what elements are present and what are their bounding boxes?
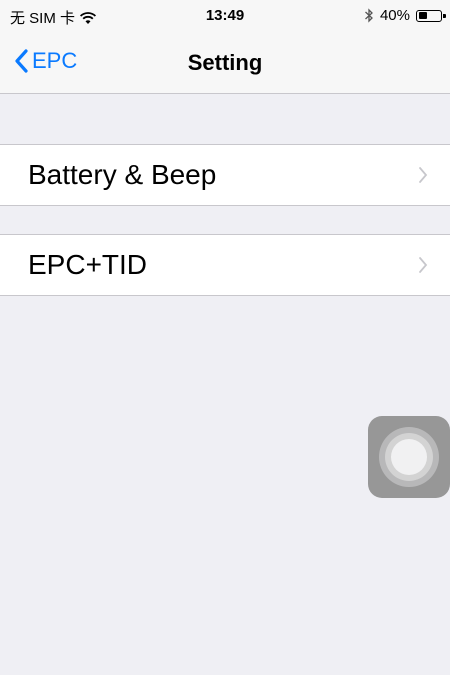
battery-icon — [416, 9, 446, 22]
settings-row-epc-tid[interactable]: EPC+TID — [0, 235, 450, 295]
assistive-ring-inner — [391, 439, 427, 475]
row-label: Battery & Beep — [28, 159, 217, 190]
settings-group-battery: Battery & Beep — [0, 144, 450, 206]
navigation-bar: EPC Setting — [0, 30, 450, 94]
battery-level-fill — [418, 12, 427, 19]
battery-percent: 40% — [379, 7, 410, 24]
bluetooth-icon — [364, 8, 374, 23]
settings-row-battery-beep[interactable]: Battery & Beep — [0, 145, 450, 205]
status-right: 40% — [364, 7, 446, 24]
battery-nub — [443, 13, 446, 18]
settings-group-epc: EPC+TID — [0, 234, 450, 296]
chevron-right-icon — [418, 166, 428, 184]
chevron-right-icon — [418, 256, 428, 274]
row-label: EPC+TID — [28, 249, 148, 280]
page-title: Setting — [187, 50, 263, 75]
assistive-touch-icon[interactable] — [368, 416, 450, 498]
status-bar: 无 SIM 卡 13:49 40% — [0, 0, 450, 30]
